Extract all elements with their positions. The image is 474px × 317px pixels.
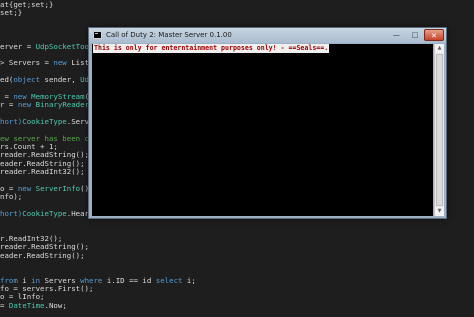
code-token: r = <box>0 100 18 110</box>
code-token: CookieType <box>22 116 67 126</box>
scroll-up-arrow-icon[interactable]: ▲ <box>435 44 444 53</box>
code-token: .Now; <box>44 300 67 310</box>
code-token: eader.ReadString(); <box>0 250 85 260</box>
code-token: nfo); <box>0 192 23 202</box>
code-token: hort) <box>0 116 23 126</box>
code-token: select <box>155 275 183 285</box>
code-token: reader.ReadInt32(); <box>0 167 85 176</box>
scrollbar-thumb[interactable] <box>436 54 443 206</box>
code-token: BinaryReader <box>35 100 90 110</box>
code-token: erver = <box>0 41 36 51</box>
code-line: eader.ReadString(); <box>0 251 85 261</box>
code-line: reader.ReadInt32(); <box>0 167 85 177</box>
code-token: i; <box>182 275 196 285</box>
code-line: hort)CookieType.ServerA <box>0 117 102 127</box>
console-output-line: This is only for enterntainment purposes… <box>93 44 330 53</box>
code-line: ed(object sender, UdpCo <box>0 75 102 85</box>
code-token: DateTime <box>8 300 45 310</box>
code-token: new <box>53 58 67 68</box>
scroll-down-arrow-icon[interactable]: ▼ <box>435 207 444 216</box>
code-token: ServerInfo <box>35 183 81 193</box>
minimize-button[interactable]: — <box>387 29 406 41</box>
console-output-area[interactable]: This is only for enterntainment purposes… <box>92 44 433 216</box>
code-token: = <box>0 300 9 310</box>
code-token: UdpSocketTool <box>35 41 94 51</box>
console-window[interactable]: Call of Duty 2: Master Server 0.1.00 — □… <box>88 27 447 219</box>
code-token: sender, <box>40 75 81 85</box>
maximize-button[interactable]: □ <box>406 29 424 41</box>
code-token: ed( <box>0 75 14 85</box>
code-token: object <box>13 75 41 85</box>
code-token: i.ID == id <box>102 275 156 285</box>
close-button[interactable]: ✕ <box>424 29 444 41</box>
code-line: nfo); <box>0 192 22 202</box>
code-token: set;} <box>0 8 23 18</box>
code-token: hort) <box>0 208 23 218</box>
code-token: > Servers = <box>0 58 54 68</box>
code-line: = DateTime.Now; <box>0 301 67 311</box>
code-line: set;} <box>0 8 22 18</box>
code-token: new <box>17 100 32 110</box>
console-app-icon <box>93 31 102 39</box>
vertical-scrollbar[interactable]: ▲ ▼ <box>434 44 444 216</box>
window-title: Call of Duty 2: Master Server 0.1.00 <box>106 31 232 39</box>
code-token: CookieType <box>22 208 67 218</box>
window-titlebar[interactable]: Call of Duty 2: Master Server 0.1.00 — □… <box>89 28 446 43</box>
